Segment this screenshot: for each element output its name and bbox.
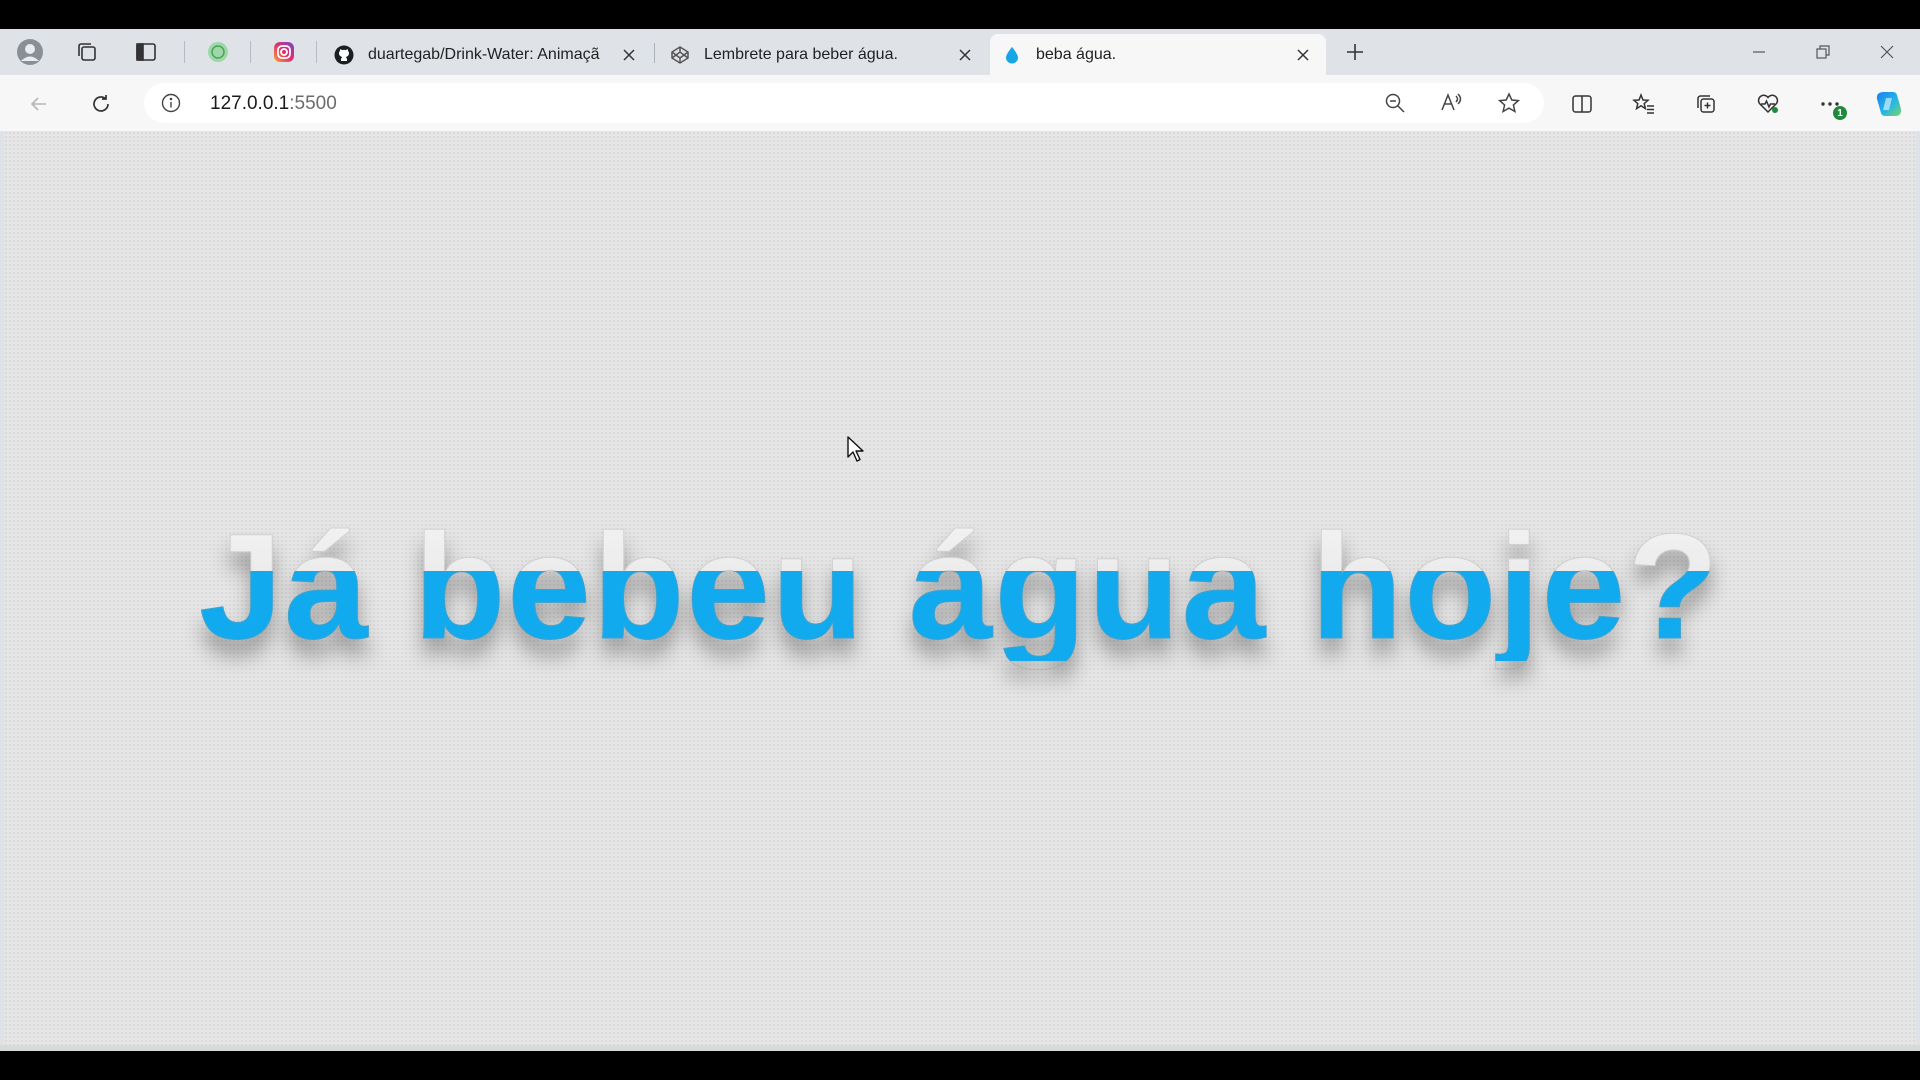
close-tab-icon[interactable] [954, 44, 976, 66]
github-icon [334, 45, 354, 65]
notification-badge: 1 [1833, 106, 1847, 120]
new-tab-button[interactable] [1341, 38, 1369, 66]
address-bar[interactable]: 127.0.0.1:5500 [144, 83, 1544, 123]
tab-lembrete[interactable]: Lembrete para beber água. [658, 34, 988, 75]
codepen-icon [670, 45, 690, 65]
water-headline: Já bebeu água hoje? [199, 502, 1721, 670]
pinned-tab-chat-icon[interactable] [204, 38, 232, 66]
split-screen-icon[interactable] [1565, 87, 1599, 121]
zoom-out-icon[interactable] [1380, 88, 1410, 118]
close-window-button[interactable] [1867, 38, 1907, 66]
tab-actions-icon[interactable] [132, 38, 160, 66]
tab-title: Lembrete para beber água. [704, 45, 898, 63]
mouse-cursor-icon [846, 435, 866, 468]
pinned-tab-instagram-icon[interactable] [270, 38, 298, 66]
browser-window: duartegab/Drink-Water: Animaçã Lembrete … [0, 29, 1920, 1051]
url-port: :5500 [289, 93, 337, 114]
tab-title: beba água. [1036, 45, 1117, 63]
restore-button[interactable] [1803, 38, 1843, 66]
tab-strip: duartegab/Drink-Water: Animaçã Lembrete … [0, 29, 1920, 75]
workspaces-icon[interactable] [73, 38, 101, 66]
url-text: 127.0.0.1:5500 [210, 93, 337, 115]
collections-icon[interactable] [1689, 87, 1723, 121]
profile-avatar-icon[interactable] [16, 38, 44, 66]
tab-beba-agua[interactable]: beba água. [990, 34, 1326, 75]
url-host: 127.0.0.1 [210, 93, 290, 114]
back-button[interactable] [22, 87, 56, 121]
tab-github-repo[interactable]: duartegab/Drink-Water: Animaçã [322, 34, 652, 75]
browser-essentials-icon[interactable] [1751, 87, 1785, 121]
site-info-icon[interactable] [160, 92, 182, 114]
window-bottom-border [0, 1045, 1920, 1051]
favorites-icon[interactable] [1627, 87, 1661, 121]
read-aloud-icon[interactable] [1437, 88, 1467, 118]
close-tab-icon[interactable] [618, 44, 640, 66]
browser-toolbar: 127.0.0.1:5500 1 [0, 75, 1920, 131]
minimize-button[interactable] [1739, 38, 1779, 66]
copilot-icon[interactable] [1872, 87, 1906, 121]
water-drop-icon [1002, 45, 1022, 65]
tab-title: duartegab/Drink-Water: Animaçã [368, 45, 600, 63]
page-viewport: Já bebeu água hoje? [4, 131, 1916, 1045]
reload-button[interactable] [84, 87, 118, 121]
favorite-star-icon[interactable] [1494, 88, 1524, 118]
close-tab-icon[interactable] [1292, 44, 1314, 66]
